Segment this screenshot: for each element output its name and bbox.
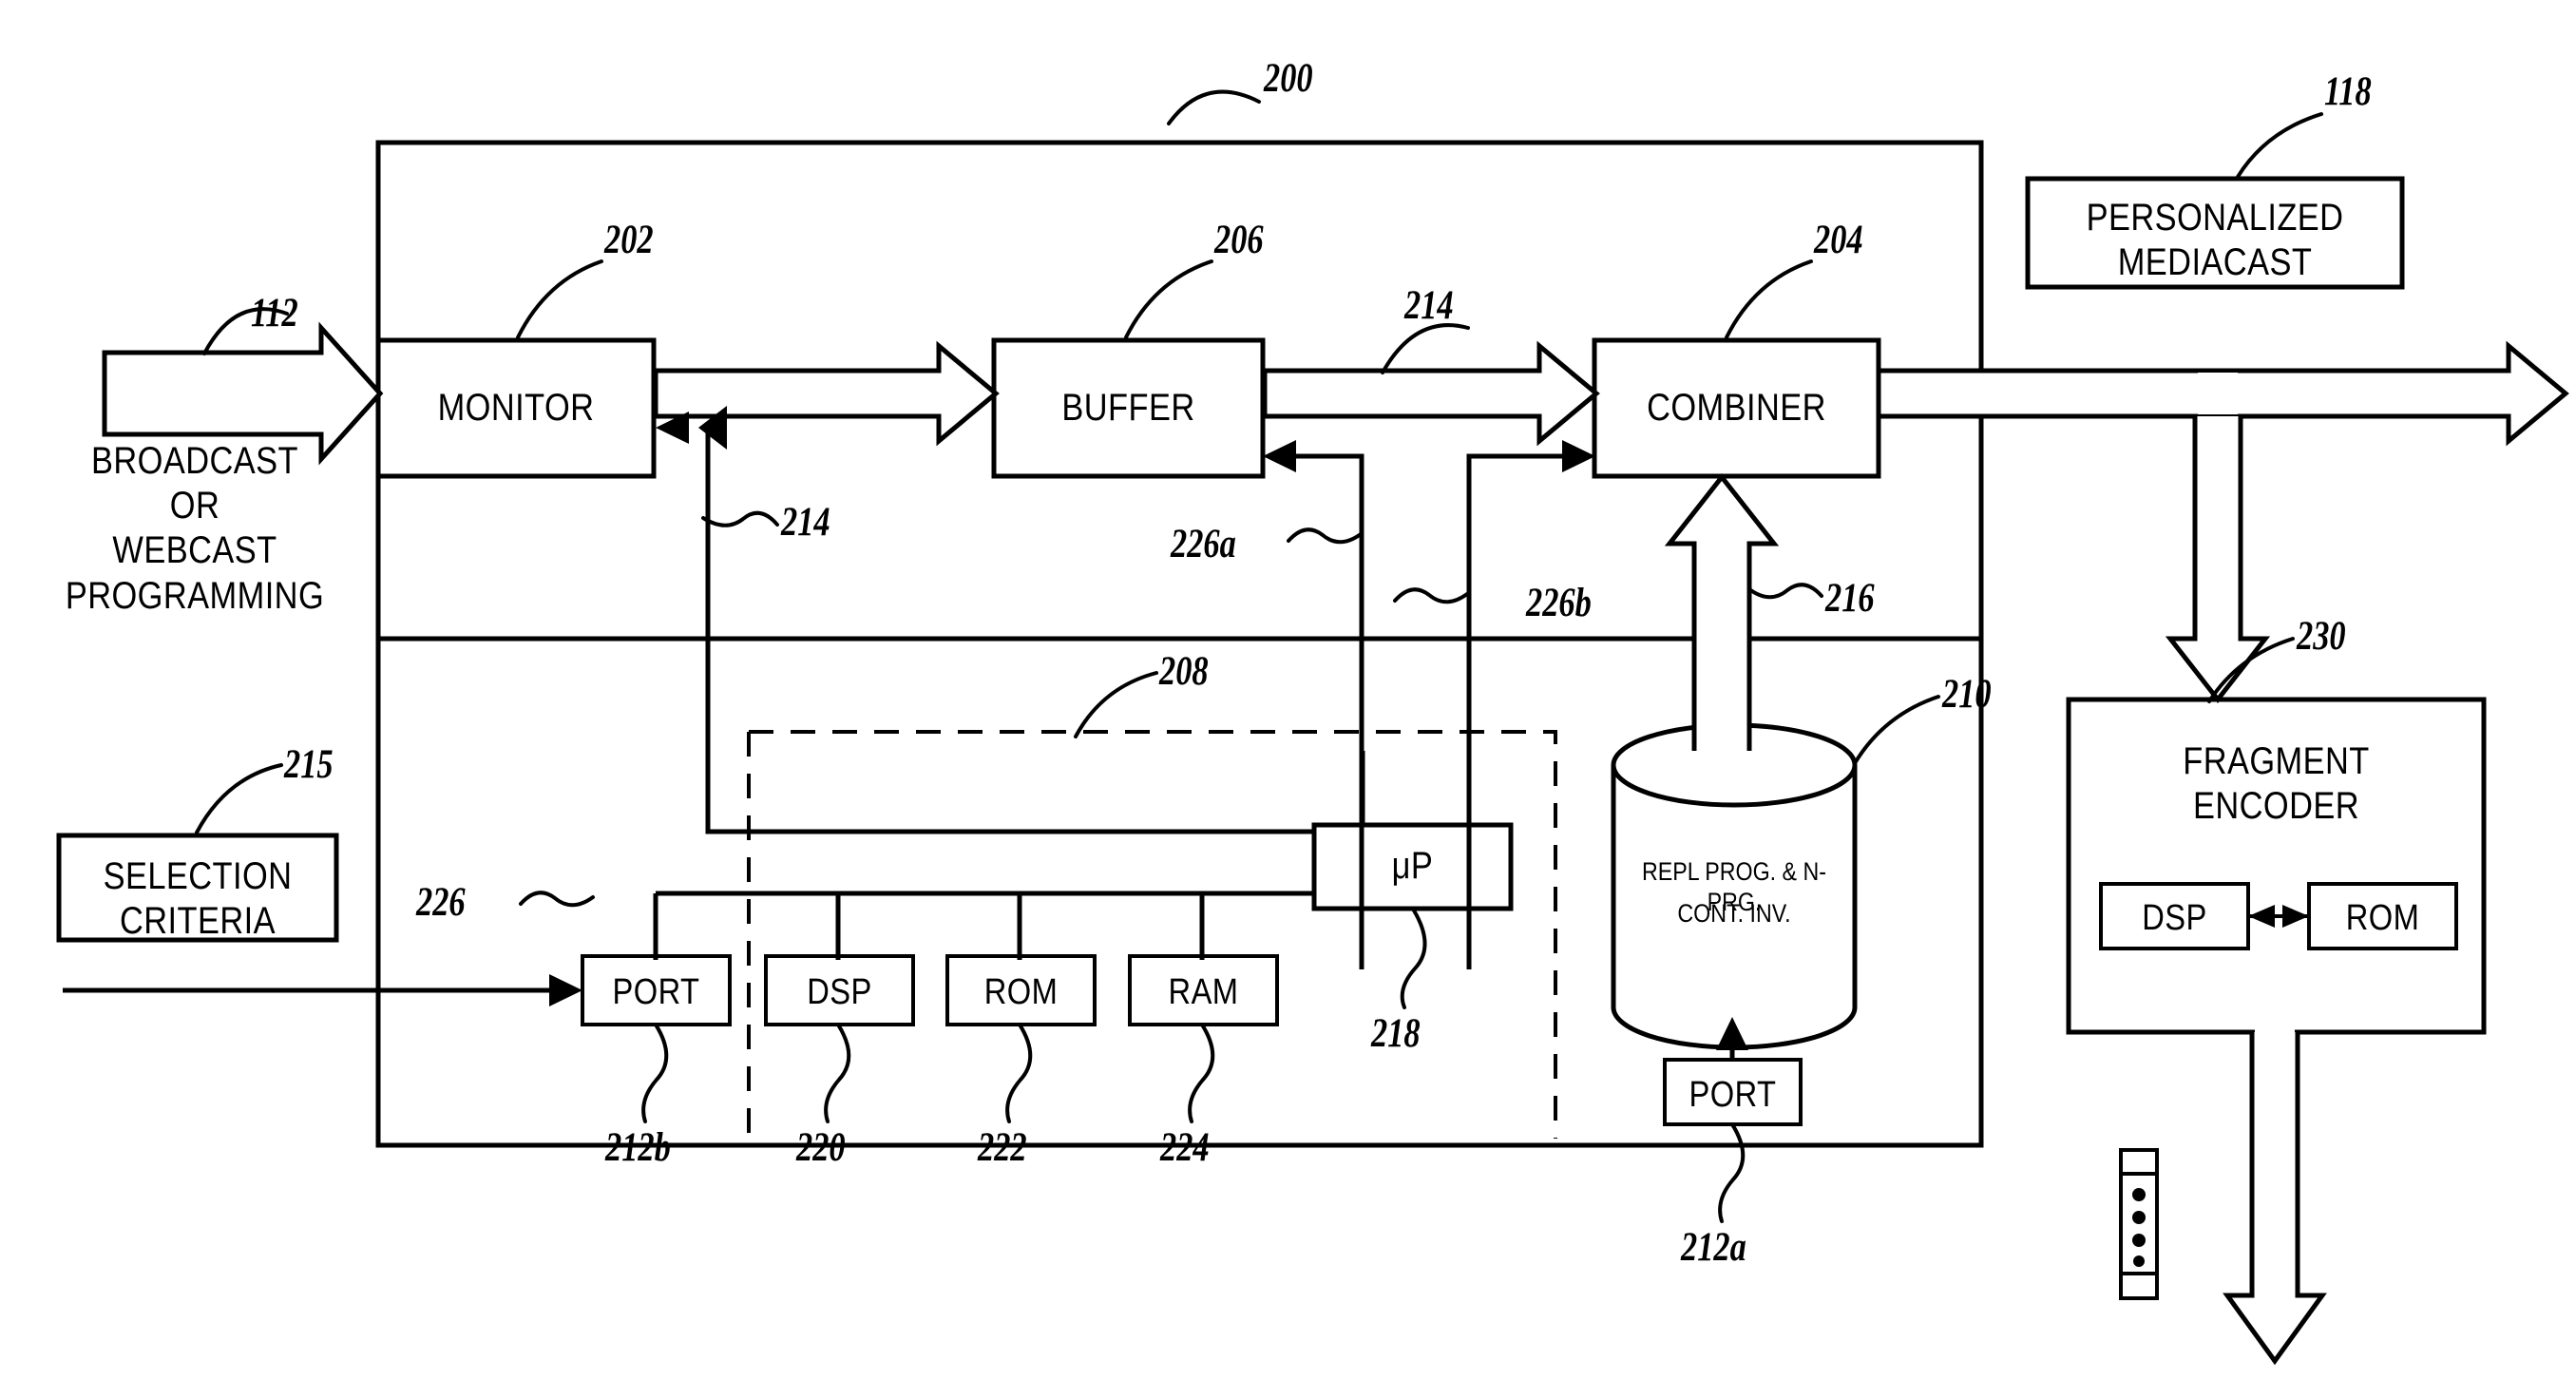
personalized-mediacast-label: PERSONALIZED MEDIACAST <box>2086 197 2344 284</box>
ref-208: 208 <box>1159 649 1209 694</box>
selection-criteria-label: SELECTION CRITERIA <box>103 855 293 943</box>
ref-214-feedback: 214 <box>781 500 830 545</box>
storage-port-label: PORT <box>1689 1075 1777 1115</box>
ref-202: 202 <box>604 218 654 262</box>
encoder-dsp-label: DSP <box>2142 898 2207 938</box>
storage-to-combiner-arrow-216 <box>1664 472 1780 751</box>
encoder-link-arrow-left <box>2248 905 2275 928</box>
ref-210: 210 <box>1942 672 1992 717</box>
leader-208 <box>1074 671 1158 738</box>
storage-label-line2: CONT. INV. <box>1677 899 1791 928</box>
ref-206: 206 <box>1214 218 1264 262</box>
feedback-path-214 <box>705 428 1314 834</box>
patent-figure: MONITOR BUFFER COMBINER μP PORT DSP ROM … <box>0 0 2576 1399</box>
ref-222: 222 <box>978 1125 1027 1170</box>
input-stream-label: BROADCAST OR WEBCAST PROGRAMMING <box>65 440 325 617</box>
ref-112: 112 <box>251 291 298 335</box>
combiner-label: COMBINER <box>1647 387 1826 429</box>
leader-210 <box>1853 695 1940 765</box>
leader-212b <box>641 1023 669 1123</box>
control-arrowhead-226a <box>1263 440 1296 472</box>
rom-label: ROM <box>983 972 1059 1012</box>
microprocessor-label: μP <box>1391 845 1434 887</box>
leader-224 <box>1188 1023 1215 1123</box>
leader-214-buffer <box>1381 323 1470 374</box>
ref-224: 224 <box>1160 1125 1210 1170</box>
ref-204: 204 <box>1814 218 1863 262</box>
ref-220: 220 <box>796 1125 846 1170</box>
monitor-label: MONITOR <box>437 387 595 429</box>
ref-215: 215 <box>284 742 334 787</box>
ref-230: 230 <box>2297 614 2346 659</box>
ref-118: 118 <box>2324 69 2372 114</box>
leader-220 <box>824 1023 851 1123</box>
control-line-226b <box>1466 453 1574 969</box>
leader-226-bus <box>519 891 595 908</box>
ref-200: 200 <box>1264 56 1313 101</box>
leader-216 <box>1747 583 1823 600</box>
leader-204 <box>1725 259 1813 339</box>
fragment-dot-4 <box>2133 1255 2145 1267</box>
fragment-dot-2 <box>2132 1211 2146 1224</box>
dsp-label: DSP <box>807 972 872 1012</box>
leader-206 <box>1124 259 1213 339</box>
leader-200 <box>1167 89 1261 125</box>
leader-202 <box>516 259 603 339</box>
storage-port-arrowhead <box>1716 1017 1748 1050</box>
ref-212a: 212a <box>1681 1225 1746 1270</box>
ref-216: 216 <box>1825 576 1875 621</box>
encoder-link-arrow-right <box>2282 905 2309 928</box>
leader-215 <box>195 763 283 834</box>
leader-226b <box>1393 587 1469 604</box>
ram-label: RAM <box>1168 972 1239 1012</box>
fragment-dot-3 <box>2132 1234 2146 1247</box>
port-b-label: PORT <box>612 972 700 1012</box>
encoder-output-arrow <box>2223 1032 2327 1366</box>
buffer-to-combiner-arrow-214 <box>1262 340 1600 447</box>
leader-226a <box>1287 527 1363 545</box>
ref-214-buffer: 214 <box>1404 283 1454 328</box>
leader-212a <box>1718 1122 1746 1223</box>
ref-226a: 226a <box>1171 522 1236 566</box>
encoder-rom-label: ROM <box>2345 898 2420 938</box>
leader-218 <box>1400 909 1427 1009</box>
control-arrowhead-226b <box>1562 440 1595 472</box>
controller-group-208 <box>747 730 1557 1139</box>
leader-222 <box>1005 1023 1033 1123</box>
fragment-dot-1 <box>2132 1188 2146 1201</box>
leader-118 <box>2236 112 2323 179</box>
leader-214-feedback <box>701 510 779 527</box>
buffer-label: BUFFER <box>1061 387 1195 429</box>
ref-226b: 226b <box>1526 581 1592 625</box>
selection-criteria-arrowhead <box>549 974 582 1006</box>
ref-212b: 212b <box>605 1125 671 1170</box>
fragment-encoder-label: FRAGMENT ENCODER <box>2183 740 2370 828</box>
ref-218: 218 <box>1371 1011 1421 1056</box>
ref-226-bus: 226 <box>416 880 466 925</box>
